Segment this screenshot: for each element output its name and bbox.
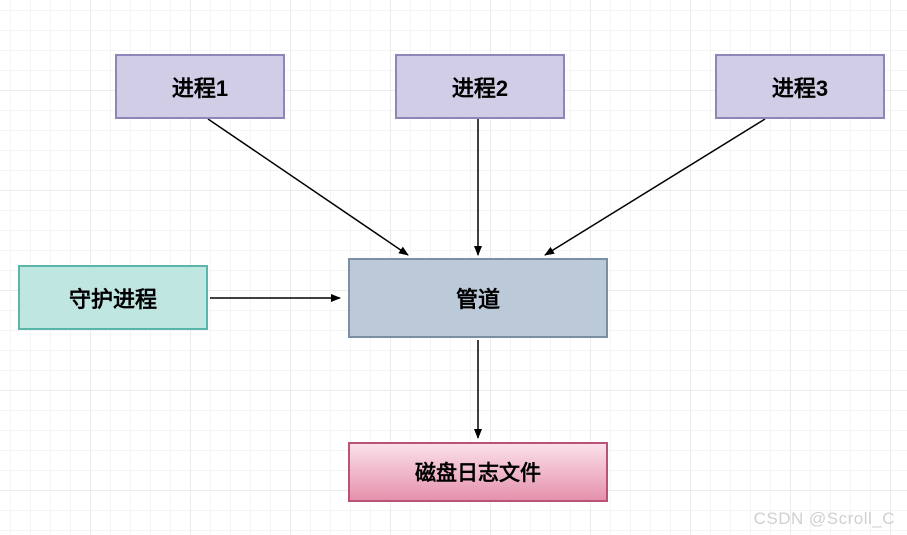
node-pipe: 管道 (348, 258, 608, 338)
node-process-2: 进程2 (395, 54, 565, 119)
node-process-1: 进程1 (115, 54, 285, 119)
node-process-3: 进程3 (715, 54, 885, 119)
watermark-text: CSDN @Scroll_C (754, 509, 895, 529)
node-disk-log-file: 磁盘日志文件 (348, 442, 608, 502)
node-daemon-process: 守护进程 (18, 265, 208, 330)
